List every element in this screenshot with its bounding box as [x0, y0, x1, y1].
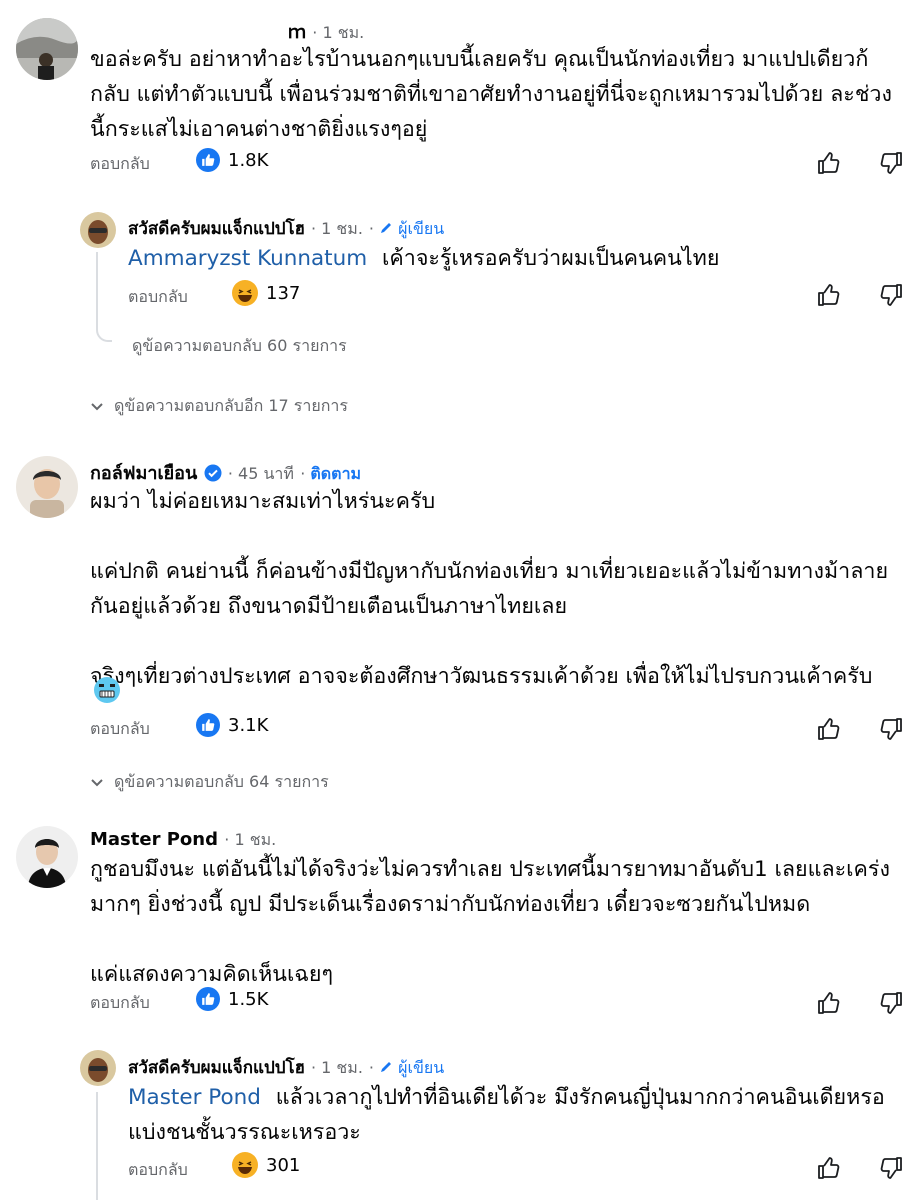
- comment-time[interactable]: 45 นาที: [238, 464, 294, 483]
- commenter-name-text[interactable]: กอล์ฟมาเยือน: [90, 463, 197, 484]
- reply-text: Ammaryzst Kunnatum เค้าจะรู้เหรอครับว่าผ…: [128, 246, 720, 271]
- reply-button[interactable]: ตอบกลับ: [128, 1158, 188, 1183]
- comment-time[interactable]: 1 ชม.: [322, 23, 364, 42]
- reaction-count: 1.8K: [228, 149, 269, 171]
- reaction-summary[interactable]: 1.5K: [196, 987, 268, 1011]
- reaction-summary[interactable]: 3.1K: [196, 713, 268, 737]
- reaction-count: 3.1K: [228, 714, 269, 736]
- chevron-down-icon: [91, 402, 103, 410]
- commenter-name-text[interactable]: ｍ: [288, 22, 306, 43]
- mention-link[interactable]: Master Pond: [128, 1085, 261, 1110]
- comment-time[interactable]: 1 ชม.: [321, 219, 363, 238]
- avatar[interactable]: [16, 18, 78, 80]
- reply-button[interactable]: ตอบกลับ: [90, 717, 150, 742]
- thumbs-down-icon[interactable]: [878, 716, 904, 742]
- comment-text: กูชอบมึงนะ แต่อันนี้ไม่ได้จริงว่ะไม่ควรท…: [90, 857, 890, 987]
- thumbs-up-icon[interactable]: [816, 1155, 842, 1181]
- reply-text: Master Pond แล้วเวลากูไปทำที่อินเดียได้ว…: [128, 1085, 885, 1145]
- commenter-name[interactable]: Master Pond · 1 ชม.: [90, 828, 276, 853]
- thumbs-up-icon[interactable]: [816, 282, 842, 308]
- thumbs-down-icon[interactable]: [878, 990, 904, 1016]
- avatar[interactable]: [16, 456, 78, 518]
- author-badge: ผู้เขียน: [379, 1058, 444, 1077]
- reaction-summary[interactable]: 1.8K: [196, 148, 268, 172]
- thumbs-down-icon[interactable]: [878, 150, 904, 176]
- comment-time[interactable]: 1 ชม.: [234, 830, 276, 849]
- commenter-name[interactable]: กอล์ฟมาเยือน · 45 นาที · ติดตาม: [90, 458, 361, 487]
- commenter-name[interactable]: สวัสดีครับผมแจ็กแปปโฮ · 1 ชม. · ผู้เขียน: [128, 1054, 444, 1081]
- reaction-count: 1.5K: [228, 988, 269, 1010]
- commenter-name-text[interactable]: สวัสดีครับผมแจ็กแปปโฮ: [128, 219, 305, 239]
- like-badge-icon: [196, 148, 220, 172]
- avatar[interactable]: [16, 826, 78, 888]
- thumbs-down-icon[interactable]: [878, 1155, 904, 1181]
- commenter-name[interactable]: สวัสดีครับผมแจ็กแปปโฮ · 1 ชม. · ผู้เขียน: [128, 215, 444, 242]
- thumbs-up-icon[interactable]: [816, 150, 842, 176]
- haha-badge-icon: [232, 280, 258, 306]
- comment-text: ขอล่ะครับ อย่าหาทำอะไรบ้านนอกๆแบบนี้เลยค…: [90, 47, 892, 142]
- chevron-down-icon: [91, 778, 103, 786]
- reaction-summary[interactable]: 137: [232, 280, 300, 306]
- reaction-summary[interactable]: 301: [232, 1152, 300, 1178]
- thumbs-up-icon[interactable]: [816, 716, 842, 742]
- view-more-replies-link[interactable]: ดูข้อความตอบกลับ 64 รายการ: [90, 770, 329, 795]
- thumbs-up-icon[interactable]: [816, 990, 842, 1016]
- comment-text: ผมว่า ไม่ค่อยเหมาะสมเท่าไหร่นะครับ แค่ปก…: [90, 489, 889, 689]
- reply-button[interactable]: ตอบกลับ: [90, 152, 150, 177]
- view-replies-link[interactable]: ดูข้อความตอบกลับ 60 รายการ: [132, 334, 347, 359]
- author-badge: ผู้เขียน: [379, 219, 444, 238]
- commenter-name-text[interactable]: Master Pond: [90, 829, 218, 850]
- reply-button[interactable]: ตอบกลับ: [90, 991, 150, 1016]
- thread-connector: [96, 252, 112, 342]
- like-badge-icon: [196, 987, 220, 1011]
- commenter-name-text[interactable]: สวัสดีครับผมแจ็กแปปโฮ: [128, 1058, 305, 1078]
- like-badge-icon: [196, 713, 220, 737]
- pencil-icon: [381, 1062, 392, 1072]
- reply-button[interactable]: ตอบกลับ: [128, 285, 188, 310]
- comment-time[interactable]: 1 ชม.: [321, 1058, 363, 1077]
- cold-face-emoji-icon: [94, 677, 120, 703]
- avatar[interactable]: [80, 212, 116, 248]
- mention-link[interactable]: Ammaryzst Kunnatum: [128, 246, 367, 271]
- reaction-count: 301: [266, 1154, 301, 1176]
- pencil-icon: [381, 223, 392, 233]
- reaction-count: 137: [266, 282, 301, 304]
- thread-connector: [96, 1092, 98, 1200]
- view-more-replies-link[interactable]: ดูข้อความตอบกลับอีก 17 รายการ: [90, 394, 348, 419]
- haha-badge-icon: [232, 1152, 258, 1178]
- verified-badge-icon: [204, 464, 222, 482]
- thumbs-down-icon[interactable]: [878, 282, 904, 308]
- avatar[interactable]: [80, 1050, 116, 1086]
- follow-button[interactable]: ติดตาม: [310, 464, 361, 483]
